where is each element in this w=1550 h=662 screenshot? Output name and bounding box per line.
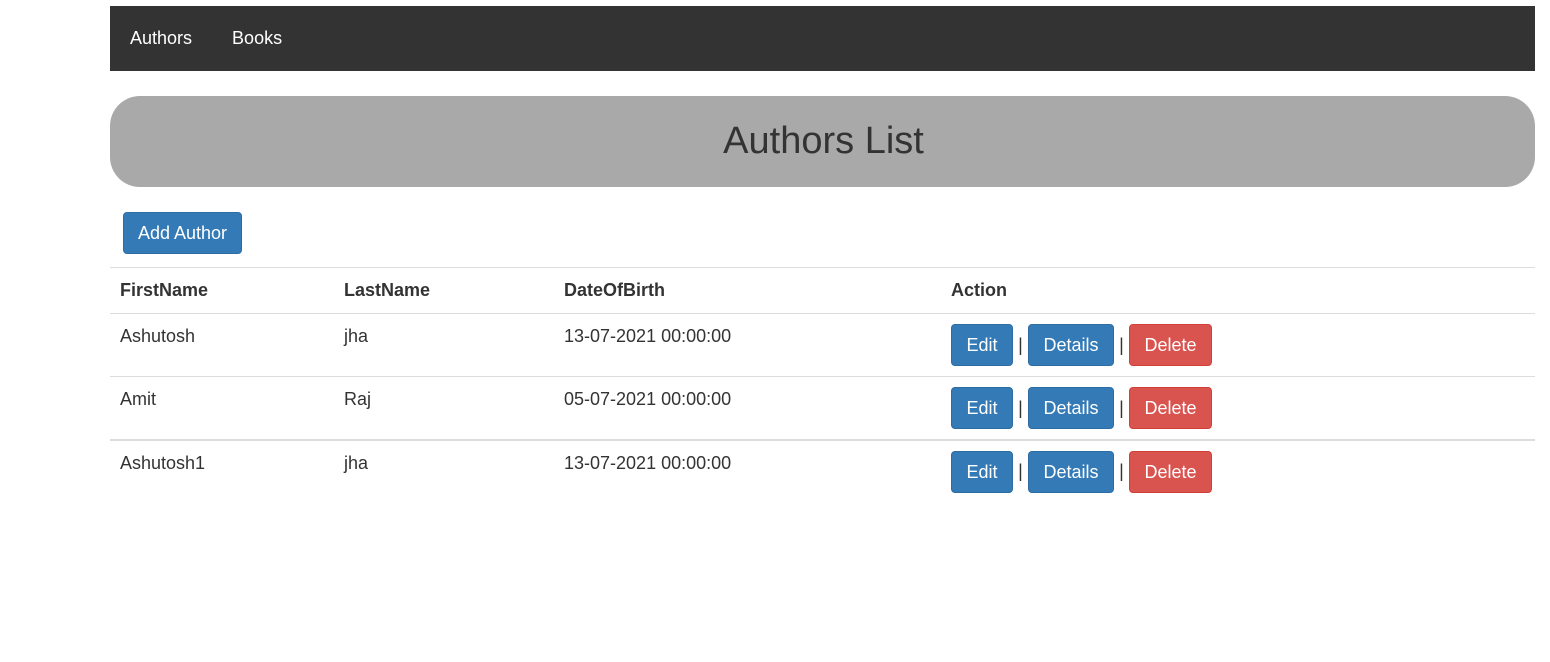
action-separator: |: [1119, 461, 1124, 481]
action-separator: |: [1018, 334, 1023, 355]
cell-dateofbirth: 05-07-2021 00:00:00: [554, 376, 941, 440]
delete-button[interactable]: Delete: [1129, 450, 1212, 493]
cell-lastname: jha: [334, 438, 554, 503]
top-navbar: Authors Books: [110, 6, 1535, 71]
cell-actions: Edit | Details | Delete: [941, 376, 1535, 440]
delete-button[interactable]: Delete: [1129, 387, 1212, 429]
page-title: Authors List: [723, 120, 924, 162]
header-action: Action: [941, 267, 1535, 314]
action-separator: |: [1119, 334, 1124, 355]
table-row: Amit Raj 05-07-2021 00:00:00 Edit | Detail…: [110, 376, 1535, 440]
details-button[interactable]: Details: [1028, 324, 1114, 366]
page-title-banner: Authors List: [110, 96, 1535, 187]
nav-books-link[interactable]: Books: [232, 28, 282, 49]
edit-button[interactable]: Edit: [951, 324, 1013, 366]
add-author-wrapper: Add Author: [110, 212, 1535, 267]
cell-actions: Edit | Details | Delete: [941, 313, 1535, 377]
table-header-row: FirstName LastName DateOfBirth Action: [110, 267, 1535, 314]
cell-lastname: Raj: [334, 376, 554, 440]
cell-firstname: Ashutosh: [110, 313, 334, 377]
cell-lastname: jha: [334, 313, 554, 377]
edit-button[interactable]: Edit: [951, 387, 1013, 429]
cell-dateofbirth: 13-07-2021 00:00:00: [554, 438, 941, 503]
cell-firstname: Amit: [110, 376, 334, 440]
header-dateofbirth: DateOfBirth: [554, 267, 941, 314]
action-separator: |: [1018, 397, 1023, 418]
header-firstname: FirstName: [110, 267, 334, 314]
cell-firstname: Ashutosh1: [110, 438, 334, 503]
action-separator: |: [1018, 461, 1023, 481]
add-author-button[interactable]: Add Author: [123, 212, 242, 254]
action-separator: |: [1119, 397, 1124, 418]
details-button[interactable]: Details: [1028, 387, 1114, 429]
header-lastname: LastName: [334, 267, 554, 314]
edit-button[interactable]: Edit: [951, 450, 1013, 493]
authors-table: FirstName LastName DateOfBirth Action As…: [110, 267, 1535, 503]
cell-actions: Edit | Details | Delete: [941, 438, 1535, 503]
delete-button[interactable]: Delete: [1129, 324, 1212, 366]
cell-dateofbirth: 13-07-2021 00:00:00: [554, 313, 941, 377]
nav-authors-link[interactable]: Authors: [130, 28, 192, 49]
details-button[interactable]: Details: [1028, 450, 1114, 493]
page-container: Authors Books Authors List Add Author Fi…: [110, 6, 1535, 503]
table-row: Ashutosh1 jha 13-07-2021 00:00:00 Edit | D…: [110, 438, 1535, 503]
table-row: Ashutosh jha 13-07-2021 00:00:00 Edit | De…: [110, 313, 1535, 377]
